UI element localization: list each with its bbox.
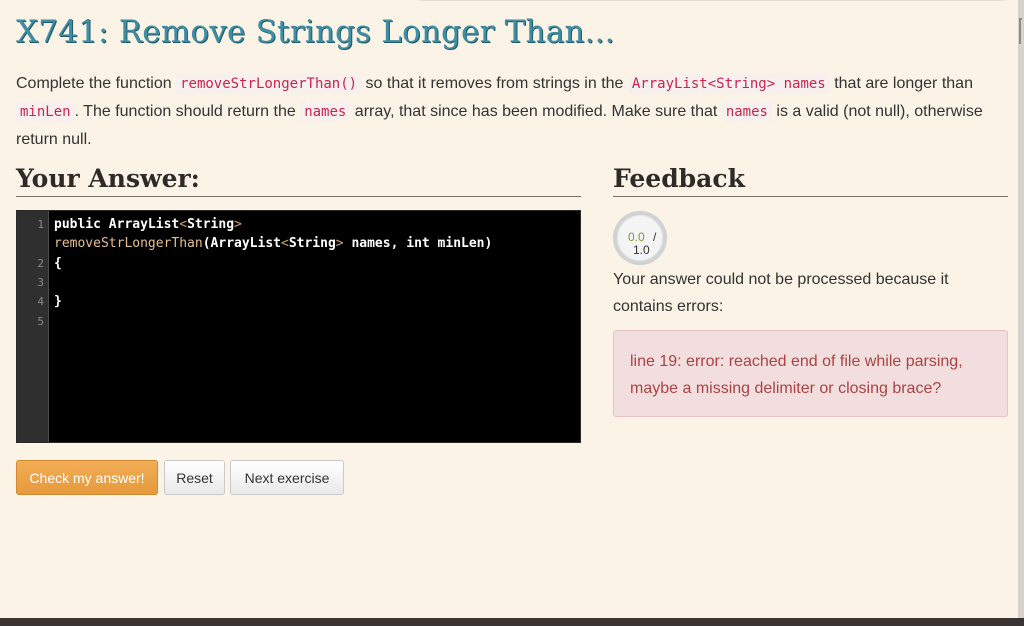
code-type: ArrayList xyxy=(210,236,281,251)
top-divider xyxy=(420,0,1005,1)
score-slash: / xyxy=(653,230,657,244)
score-badge: 0.0 / 1.0 xyxy=(613,211,667,265)
desc-text-5: array, that since has been modified. Mak… xyxy=(350,103,722,120)
desc-code-minlen: minLen xyxy=(16,102,75,122)
error-alert: line 19: error: reached end of file whil… xyxy=(613,330,1008,417)
reset-button[interactable]: Reset xyxy=(164,460,225,495)
line-number: 5 xyxy=(37,315,44,328)
exercise-title: X741: Remove Strings Longer Than... xyxy=(16,14,615,50)
code-function-name: removeStrLongerThan xyxy=(54,236,203,251)
code-angle: < xyxy=(281,236,289,251)
code-angle: > xyxy=(335,236,344,251)
code-line-1: public ArrayList<String> xyxy=(54,217,242,232)
bottom-bar xyxy=(0,618,1024,626)
desc-code-names-2: names xyxy=(721,102,772,122)
desc-code-function: removeStrLongerThan() xyxy=(176,74,362,94)
desc-text-2: so that it removes from strings in the xyxy=(361,75,628,92)
desc-code-names-type: ArrayList<String> names xyxy=(627,74,830,94)
code-editor[interactable]: 1 2 3 4 5 public ArrayList<String> remov… xyxy=(16,210,581,443)
code-line-1-wrap: removeStrLongerThan(ArrayList<String> na… xyxy=(54,236,492,251)
desc-text-3: that are longer than xyxy=(829,75,973,92)
code-type: ArrayList xyxy=(100,217,180,232)
feedback-heading: Feedback xyxy=(613,164,1008,197)
code-line-2: { xyxy=(54,256,62,271)
window-edge xyxy=(1018,0,1024,618)
code-generic: String xyxy=(288,236,336,251)
exercise-description: Complete the function removeStrLongerTha… xyxy=(16,70,1006,154)
desc-code-names: names xyxy=(300,102,351,122)
score-value: 0.0 xyxy=(628,230,645,244)
editor-gutter: 1 2 3 4 5 xyxy=(17,211,49,442)
check-answer-button[interactable]: Check my answer! xyxy=(16,460,158,495)
desc-text-1: Complete the function xyxy=(16,75,177,92)
next-exercise-button[interactable]: Next exercise xyxy=(230,460,344,495)
your-answer-heading: Your Answer: xyxy=(16,164,581,197)
code-keyword: public xyxy=(54,217,101,232)
code-angle: > xyxy=(234,217,242,232)
feedback-message: Your answer could not be processed becau… xyxy=(613,271,949,315)
code-angle: < xyxy=(179,217,188,232)
code-paren: ( xyxy=(202,236,211,251)
exercise-page: X741: Remove Strings Longer Than... Comp… xyxy=(0,0,1018,618)
code-line-4: } xyxy=(54,294,62,309)
line-number: 3 xyxy=(37,276,44,289)
score-max: 1.0 xyxy=(633,243,650,257)
line-number: 2 xyxy=(37,257,44,270)
line-number: 1 xyxy=(37,218,44,231)
line-number: 4 xyxy=(37,295,44,308)
desc-text-4: . The function should return the xyxy=(74,103,301,120)
code-generic: String xyxy=(187,217,235,232)
code-params: names, int minLen) xyxy=(343,236,493,251)
scroll-marker-icon xyxy=(1019,18,1022,44)
